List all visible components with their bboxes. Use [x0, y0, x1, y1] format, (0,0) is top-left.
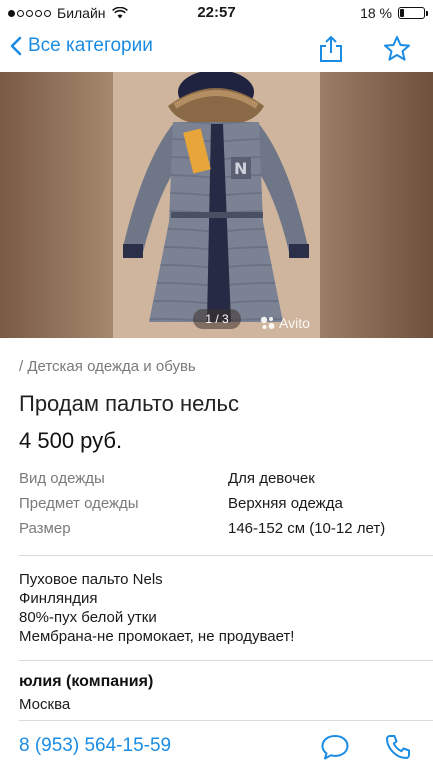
share-icon[interactable] — [316, 34, 346, 64]
back-button[interactable]: Все категории — [10, 35, 153, 57]
spec-row: Размер 146-152 см (10-12 лет) — [19, 520, 414, 545]
listing-photo[interactable]: N — [113, 72, 320, 338]
listing-title: Продам пальто нельс — [19, 391, 239, 416]
svg-text:N: N — [234, 159, 247, 178]
coat-image: N — [113, 72, 320, 338]
spec-value: 146-152 см (10-12 лет) — [228, 520, 386, 537]
chat-bubble-icon[interactable] — [320, 733, 350, 761]
status-bar: Билайн 22:57 18 % — [0, 0, 433, 26]
battery-info: 18 % — [360, 5, 428, 21]
description-line: Пуховое пальто Nels — [19, 571, 163, 588]
spec-key: Предмет одежды — [19, 495, 139, 512]
specs-table: Вид одежды Для девочек Предмет одежды Ве… — [19, 470, 414, 545]
listing-price: 4 500 руб. — [19, 428, 123, 453]
divider — [19, 720, 433, 721]
spec-row: Предмет одежды Верхняя одежда — [19, 495, 414, 520]
gallery-blur-left — [0, 72, 113, 338]
spec-value: Верхняя одежда — [228, 495, 343, 512]
listing-description: Пуховое пальто Nels Финляндия 80%-пух бе… — [19, 570, 294, 646]
seller-name[interactable]: юлия (компания) — [19, 673, 153, 691]
description-line: Мембрана-не промокает, не продувает! — [19, 628, 295, 645]
watermark-text: Avito — [279, 315, 310, 331]
photo-gallery[interactable]: N 1 / 3 Avito — [0, 72, 433, 338]
seller-city: Москва — [19, 696, 71, 713]
category-breadcrumb[interactable]: / Детская одежда и обувь — [19, 358, 196, 375]
star-icon[interactable] — [382, 34, 412, 64]
divider — [19, 555, 433, 556]
divider — [19, 660, 433, 661]
phone-number-link[interactable]: 8 (953) 564-15-59 — [19, 735, 171, 757]
chevron-left-icon — [10, 36, 22, 56]
spec-row: Вид одежды Для девочек — [19, 470, 414, 495]
spec-key: Размер — [19, 520, 71, 537]
avito-logo-icon — [260, 316, 275, 329]
photo-counter: 1 / 3 — [193, 309, 241, 329]
avito-watermark: Avito — [260, 315, 310, 331]
back-label: Все категории — [28, 35, 153, 56]
battery-icon — [398, 7, 428, 19]
description-line: 80%-пух белой утки — [19, 609, 157, 626]
gallery-blur-right — [320, 72, 433, 338]
spec-key: Вид одежды — [19, 470, 105, 487]
battery-percent: 18 % — [360, 5, 392, 21]
phone-icon[interactable] — [384, 733, 412, 761]
spec-value: Для девочек — [228, 470, 315, 487]
description-line: Финляндия — [19, 590, 98, 607]
navigation-bar: Все категории — [0, 26, 433, 72]
